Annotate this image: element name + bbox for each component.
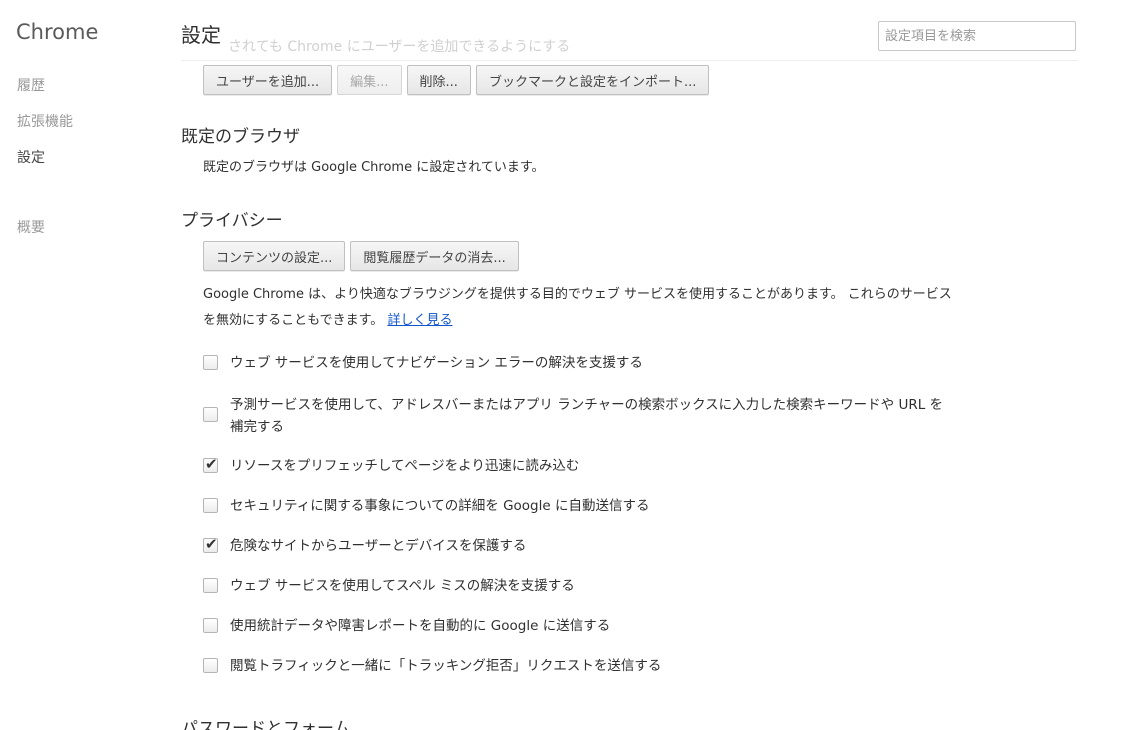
clear-browsing-data-button[interactable]: 閲覧履歴データの消去... <box>350 241 519 271</box>
privacy-option-label: 危険なサイトからユーザーとデバイスを保護する <box>230 538 527 554</box>
sidebar: Chrome 履歴 拡張機能 設定 概要 <box>0 0 160 730</box>
edit-user-button[interactable]: 編集... <box>337 65 402 95</box>
checkbox[interactable]: ✔ <box>203 407 218 422</box>
check-mark-icon: ✔ <box>205 535 218 553</box>
privacy-option[interactable]: ✔ ウェブ サービスを使用してスペル ミスの解決を支援する <box>203 575 963 597</box>
default-browser-heading: 既定のブラウザ <box>181 127 300 147</box>
privacy-option-label: ウェブ サービスを使用してスペル ミスの解決を支援する <box>230 578 575 594</box>
privacy-option-label: セキュリティに関する事象についての詳細を Google に自動送信する <box>230 498 650 514</box>
privacy-option[interactable]: ✔ セキュリティに関する事象についての詳細を Google に自動送信する <box>203 495 963 517</box>
scrolled-under-text: されても Chrome にユーザーを追加できるようにする <box>228 39 571 55</box>
checkbox[interactable]: ✔ <box>203 355 218 370</box>
privacy-option[interactable]: ✔ 危険なサイトからユーザーとデバイスを保護する <box>203 535 963 557</box>
delete-user-button[interactable]: 削除... <box>406 65 471 95</box>
users-button-row: ユーザーを追加... 編集... 削除... ブックマークと設定をインポート..… <box>203 65 710 95</box>
checkbox[interactable]: ✔ <box>203 658 218 673</box>
passwords-forms-heading: パスワードとフォーム <box>181 719 351 730</box>
settings-search-input[interactable] <box>878 21 1076 51</box>
checkbox[interactable]: ✔ <box>203 455 218 473</box>
checkbox[interactable]: ✔ <box>203 618 218 633</box>
privacy-button-row: コンテンツの設定... 閲覧履歴データの消去... <box>203 241 519 271</box>
privacy-option-label: ウェブ サービスを使用してナビゲーション エラーの解決を支援する <box>230 355 643 371</box>
checkbox[interactable]: ✔ <box>203 578 218 593</box>
settings-main: されても Chrome にユーザーを追加できるようにする 設定 ユーザーを追加.… <box>181 0 1081 730</box>
page-title: 設定 <box>181 23 221 47</box>
sidebar-item-settings[interactable]: 設定 <box>17 147 45 167</box>
sidebar-item-about[interactable]: 概要 <box>17 217 45 237</box>
privacy-option[interactable]: ✔ リソースをプリフェッチしてページをより迅速に読み込む <box>203 455 963 477</box>
privacy-option-label: 予測サービスを使用して、アドレスバーまたはアプリ ランチャーの検索ボックスに入力… <box>230 397 944 435</box>
privacy-option[interactable]: ✔ 使用統計データや障害レポートを自動的に Google に送信する <box>203 615 963 637</box>
privacy-description-text: Google Chrome は、より快適なブラウジングを提供する目的でウェブ サ… <box>203 287 952 328</box>
privacy-option[interactable]: ✔ ウェブ サービスを使用してナビゲーション エラーの解決を支援する <box>203 352 963 374</box>
default-browser-text: 既定のブラウザは Google Chrome に設定されています。 <box>203 160 545 175</box>
privacy-description: Google Chrome は、より快適なブラウジングを提供する目的でウェブ サ… <box>203 282 958 334</box>
privacy-heading: プライバシー <box>181 211 283 231</box>
sidebar-item-extensions[interactable]: 拡張機能 <box>17 111 73 131</box>
privacy-option-label: リソースをプリフェッチしてページをより迅速に読み込む <box>230 458 580 474</box>
chrome-settings-page: Chrome 履歴 拡張機能 設定 概要 されても Chrome にユーザーを追… <box>0 0 1144 730</box>
privacy-option[interactable]: ✔ 予測サービスを使用して、アドレスバーまたはアプリ ランチャーの検索ボックスに… <box>203 394 963 438</box>
content-settings-button[interactable]: コンテンツの設定... <box>203 241 346 271</box>
add-user-button[interactable]: ユーザーを追加... <box>203 65 333 95</box>
checkbox[interactable]: ✔ <box>203 535 218 553</box>
checkbox[interactable]: ✔ <box>203 498 218 513</box>
import-bookmarks-button[interactable]: ブックマークと設定をインポート... <box>475 65 710 95</box>
privacy-option[interactable]: ✔ 閲覧トラフィックと一緒に「トラッキング拒否」リクエストを送信する <box>203 655 963 677</box>
privacy-option-label: 閲覧トラフィックと一緒に「トラッキング拒否」リクエストを送信する <box>230 658 662 674</box>
sidebar-brand: Chrome <box>16 20 99 44</box>
sidebar-item-history[interactable]: 履歴 <box>17 75 45 95</box>
check-mark-icon: ✔ <box>205 455 218 473</box>
header-divider <box>181 60 1078 61</box>
privacy-option-label: 使用統計データや障害レポートを自動的に Google に送信する <box>230 618 611 634</box>
learn-more-link[interactable]: 詳しく見る <box>387 313 452 328</box>
